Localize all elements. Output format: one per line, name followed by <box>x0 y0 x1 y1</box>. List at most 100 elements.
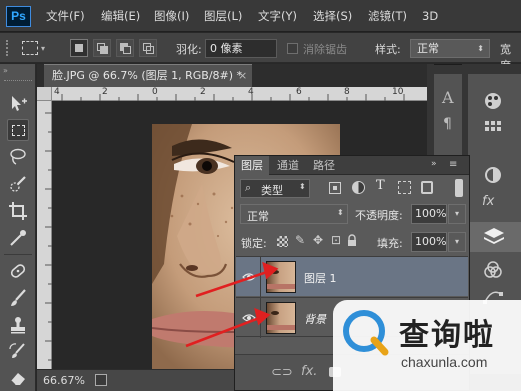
paragraph-panel-icon[interactable]: ¶ <box>443 116 452 132</box>
panel-menu-icon[interactable]: ≡ <box>449 159 457 170</box>
chevron-down-icon[interactable]: ▾ <box>41 44 45 53</box>
watermark-url: chaxunla.com <box>401 354 488 370</box>
collapse-panel-icon[interactable]: » <box>3 66 8 75</box>
color-panel-icon[interactable] <box>484 92 502 110</box>
chevron-down-icon: ⬍ <box>337 208 344 217</box>
layer-thumbnail[interactable] <box>266 261 296 293</box>
filter-shape-icon[interactable] <box>398 181 411 194</box>
options-bar: ▾ 羽化: 0 像素 消除锯齿 样式: 正常⬍ 宽度 <box>0 33 521 72</box>
history-brush-tool-icon[interactable] <box>7 341 29 363</box>
crop-tool-icon[interactable] <box>7 200 29 222</box>
lock-artboard-icon[interactable]: ⊡ <box>331 233 341 247</box>
brush-tool-icon[interactable] <box>7 287 29 309</box>
styles-panel-icon[interactable]: fx <box>482 194 494 209</box>
vertical-ruler[interactable] <box>37 101 52 369</box>
watermark-logo-icon <box>343 310 389 356</box>
eraser-tool-icon[interactable] <box>7 366 29 388</box>
feather-input[interactable]: 0 像素 <box>205 39 277 58</box>
quick-selection-tool-icon[interactable] <box>7 173 29 195</box>
new-selection-button[interactable] <box>70 39 88 57</box>
fill-dropdown-button[interactable]: ▾ <box>448 232 466 252</box>
move-tool-icon[interactable] <box>7 92 29 114</box>
menu-edit[interactable]: 编辑(E) <box>101 0 140 32</box>
tab-paths[interactable]: 路径 <box>307 156 341 175</box>
menu-type[interactable]: 文字(Y) <box>258 0 297 32</box>
layer-name[interactable]: 图层 1 <box>304 270 337 286</box>
document-title: 脸.JPG @ 66.7% (图层 1, RGB/8#) * <box>52 69 243 82</box>
style-select[interactable]: 正常 ⬍ <box>410 39 490 58</box>
antialias-label: 消除锯齿 <box>303 43 347 56</box>
lock-label: 锁定: <box>241 237 267 250</box>
layer-row[interactable]: 图层 1 <box>236 256 468 297</box>
ruler-ticks <box>45 112 52 361</box>
opacity-label: 不透明度: <box>355 209 403 222</box>
layers-panel-button[interactable] <box>468 222 521 252</box>
feather-label: 羽化: <box>176 43 202 56</box>
tools-panel: » <box>0 64 36 391</box>
adjustments-panel-icon[interactable] <box>484 166 502 184</box>
watermark: 查询啦 chaxunla.com <box>333 300 521 391</box>
layer-filter-select[interactable]: ⌕ 类型 ⬍ <box>240 179 310 198</box>
menu-filter[interactable]: 滤镜(T) <box>368 0 407 32</box>
menu-file[interactable]: 文件(F) <box>46 0 85 32</box>
layer-thumbnail[interactable] <box>266 302 296 334</box>
opacity-input[interactable]: 100% <box>411 204 447 224</box>
lock-pixels-icon[interactable]: ✎ <box>295 233 305 247</box>
grip-icon <box>4 80 32 84</box>
ruler-label: 8 <box>344 87 350 97</box>
ruler-label: 6 <box>296 87 302 97</box>
collapse-icon[interactable]: » <box>431 159 437 169</box>
close-tab-icon[interactable]: × <box>238 65 247 87</box>
style-value: 正常 <box>417 42 439 55</box>
tab-channels[interactable]: 通道 <box>271 156 305 175</box>
visibility-eye-icon[interactable] <box>242 270 256 284</box>
filter-pixel-icon[interactable] <box>329 182 341 194</box>
menu-bar: Ps 文件(F) 编辑(E) 图像(I) 图层(L) 文字(Y) 选择(S) 滤… <box>0 0 521 32</box>
channels-panel-icon[interactable] <box>483 260 503 280</box>
fill-input[interactable]: 100% <box>411 232 447 252</box>
grip-icon[interactable] <box>6 40 14 56</box>
intersect-selection-button[interactable] <box>139 39 157 57</box>
menu-select[interactable]: 选择(S) <box>313 0 352 32</box>
filter-adjustment-icon[interactable] <box>352 181 365 194</box>
menu-layer[interactable]: 图层(L) <box>204 0 242 32</box>
link-layers-icon[interactable]: ⊂⊃ <box>271 365 293 380</box>
layer-style-icon[interactable]: fx. <box>301 364 317 379</box>
filter-toggle[interactable] <box>455 179 463 197</box>
filter-type-icon[interactable]: T <box>376 178 385 193</box>
ruler-label: 4 <box>248 87 254 97</box>
marquee-preset-icon[interactable] <box>22 41 38 55</box>
opacity-dropdown-button[interactable]: ▾ <box>448 204 466 224</box>
watermark-title: 查询啦 <box>399 318 495 353</box>
character-panel-icon[interactable]: A <box>442 88 454 107</box>
rect-marquee-tool-icon[interactable] <box>7 119 29 141</box>
subtract-selection-button[interactable] <box>116 39 134 57</box>
zoom-level[interactable]: 66.67% <box>43 374 85 387</box>
filter-smart-object-icon[interactable] <box>421 181 433 194</box>
lasso-tool-icon[interactable] <box>7 146 29 168</box>
photoshop-logo: Ps <box>6 6 31 27</box>
dock-grip <box>434 64 462 74</box>
lock-all-icon[interactable] <box>347 234 357 246</box>
clone-stamp-tool-icon[interactable] <box>7 314 29 336</box>
visibility-eye-icon[interactable] <box>242 311 256 325</box>
lock-transparent-icon[interactable] <box>277 236 288 247</box>
menu-3d[interactable]: 3D <box>422 0 438 32</box>
ruler-origin[interactable] <box>37 87 52 101</box>
add-to-selection-button[interactable] <box>93 39 111 57</box>
horizontal-ruler[interactable]: 4 2 0 2 4 6 8 10 <box>52 87 427 101</box>
document-tab[interactable]: 脸.JPG @ 66.7% (图层 1, RGB/8#) * × <box>44 64 252 87</box>
layer-name[interactable]: 背景 <box>304 311 326 327</box>
swatches-panel-icon[interactable] <box>484 120 502 136</box>
tab-layers[interactable]: 图层 <box>235 156 269 175</box>
healing-brush-tool-icon[interactable] <box>7 260 29 282</box>
ruler-label: 0 <box>152 87 158 97</box>
antialias-checkbox[interactable] <box>287 43 298 54</box>
doc-info-icon[interactable] <box>95 374 107 386</box>
eyedropper-tool-icon[interactable] <box>7 227 29 249</box>
lock-position-icon[interactable]: ✥ <box>313 233 323 247</box>
tools-divider <box>4 254 32 255</box>
menu-image[interactable]: 图像(I) <box>154 0 189 32</box>
ruler-label: 4 <box>54 87 60 97</box>
blend-mode-select[interactable]: 正常 ⬍ <box>240 204 348 224</box>
